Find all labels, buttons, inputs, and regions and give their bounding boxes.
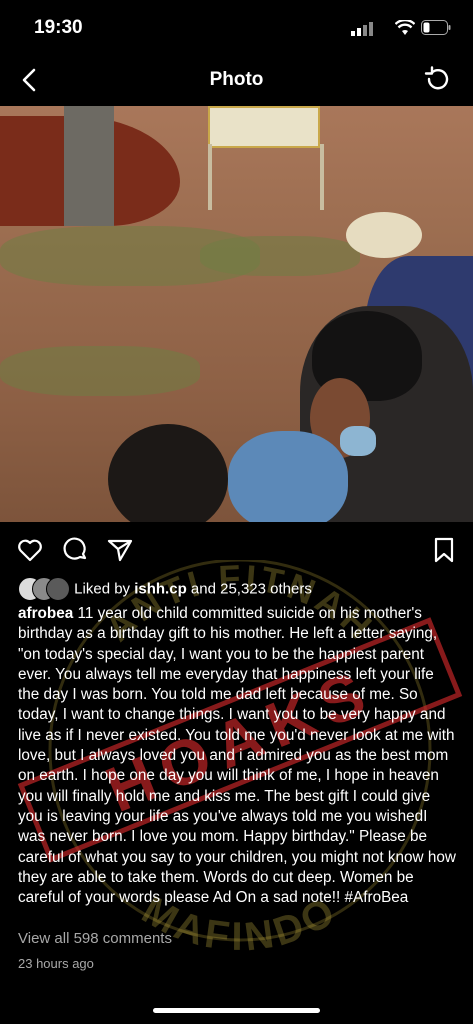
status-time: 19:30: [34, 17, 83, 38]
caption-username[interactable]: afrobea: [18, 605, 73, 622]
status-bar: 19:30: [0, 0, 473, 56]
home-indicator[interactable]: [153, 1008, 320, 1013]
coffin: [208, 106, 320, 148]
mourner-headwrap-cream: [346, 212, 422, 258]
wifi-icon: [395, 20, 415, 35]
likes-summary[interactable]: Liked by ishh.cp and 25,323 others: [18, 577, 312, 601]
grass-patch: [200, 236, 360, 276]
page-title: Photo: [209, 69, 264, 90]
avatar: [46, 577, 70, 601]
comment-icon[interactable]: [62, 536, 90, 564]
battery-icon: [421, 20, 451, 35]
caption-text: 11 year old child committed suicide on h…: [18, 605, 456, 907]
child-head: [108, 424, 228, 522]
post-timestamp: 23 hours ago: [18, 956, 94, 971]
blue-blanket: [228, 431, 348, 522]
coffin-stand: [208, 144, 324, 210]
view-comments-link[interactable]: View all 598 comments: [18, 930, 172, 947]
post-photo[interactable]: [0, 106, 473, 522]
signal-icon: [351, 22, 373, 36]
nav-bar: Photo: [0, 56, 473, 106]
post-caption: afrobea 11 year old child committed suic…: [18, 604, 458, 908]
heart-icon[interactable]: [16, 536, 44, 564]
post-actions: [0, 530, 473, 570]
likes-prefix: Liked by: [74, 580, 131, 598]
grass-patch: [0, 346, 200, 396]
liker-avatars: [18, 577, 70, 601]
standing-person: [64, 106, 114, 226]
likes-user-link[interactable]: ishh.cp: [134, 581, 187, 598]
bookmark-icon[interactable]: [430, 536, 458, 564]
face-mask: [340, 426, 376, 456]
share-icon[interactable]: [106, 536, 134, 564]
likes-suffix: and 25,323 others: [190, 580, 312, 598]
refresh-icon[interactable]: [423, 66, 451, 94]
